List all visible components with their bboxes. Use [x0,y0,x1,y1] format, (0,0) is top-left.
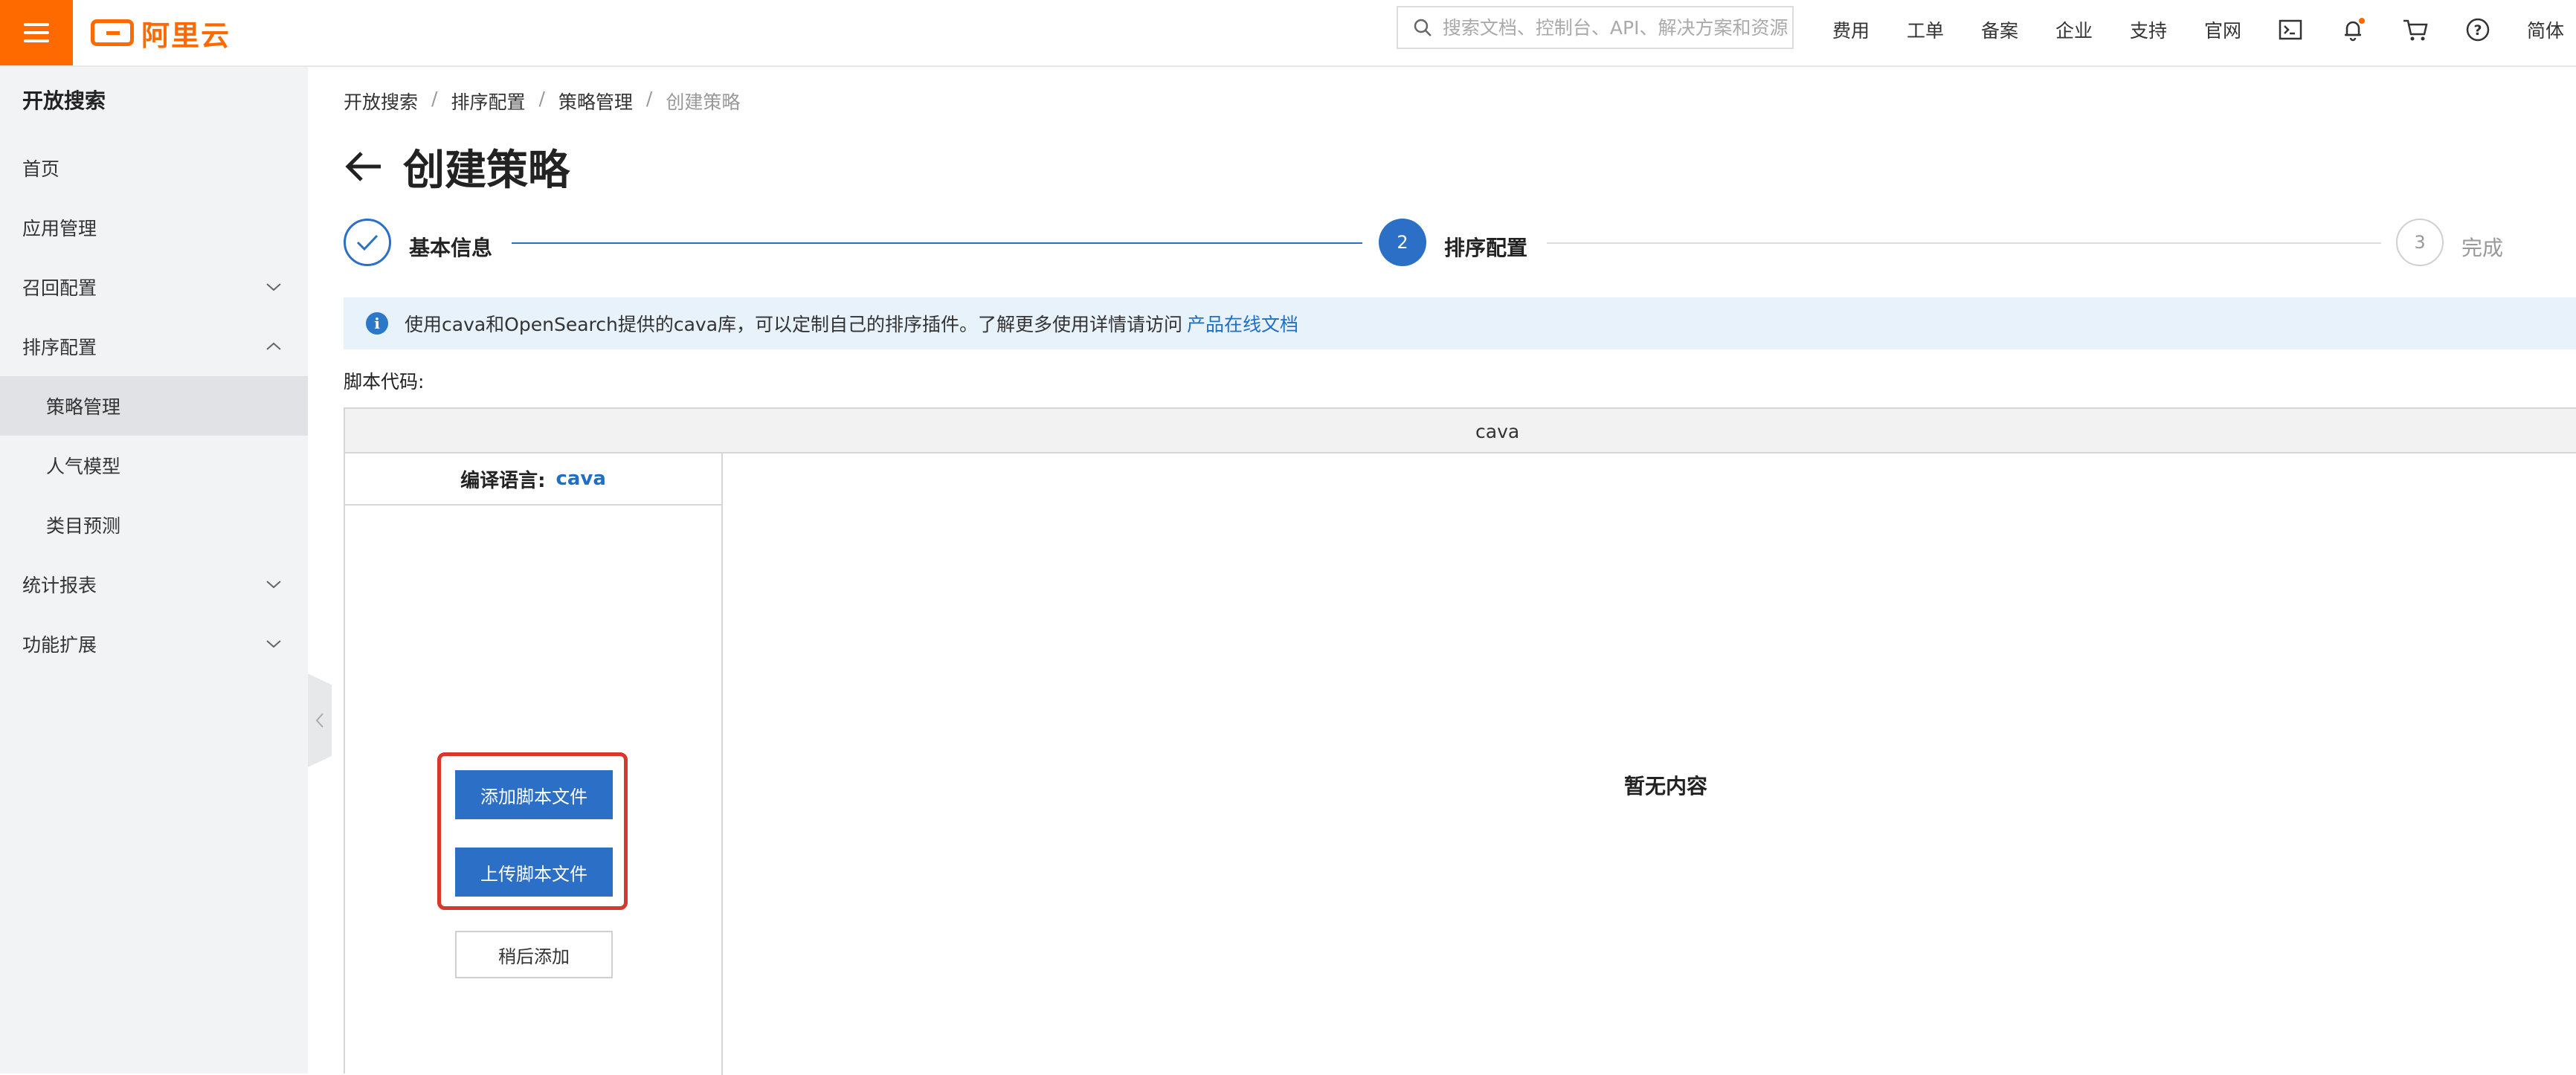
sidebar: 开放搜索 首页 应用管理 召回配置 排序配置 策略管理 人气模型 类目预测 统计… [0,67,308,1074]
hamburger-icon [24,23,49,42]
breadcrumb: 开放搜索 / 排序配置 / 策略管理 / 创建策略 [344,88,740,114]
compile-language-value: cava [556,468,606,490]
sidebar-item-strategy-management[interactable]: 策略管理 [0,376,308,436]
step-connector [512,242,1362,244]
step-1-circle [344,219,391,266]
sidebar-item-label: 类目预测 [46,515,121,537]
aliyun-logo[interactable]: 阿里云 [91,13,231,52]
language-switch[interactable]: 简体 [2527,0,2564,59]
sidebar-item-category-prediction[interactable]: 类目预测 [0,495,308,555]
sidebar-item-recall-config[interactable]: 召回配置 [0,257,308,317]
sidebar-item-label: 策略管理 [46,396,121,418]
chevron-left-icon [315,713,323,728]
step-3-label: 完成 [2461,236,2504,260]
page-title: 创建策略 [403,146,570,195]
nav-icp[interactable]: 备案 [1981,0,2018,59]
chevron-up-icon [266,342,281,350]
editor-header: cava [345,409,2576,453]
sidebar-item-label: 排序配置 [22,337,97,358]
nav-enterprise[interactable]: 企业 [2055,0,2093,59]
global-search[interactable] [1397,6,1794,49]
product-docs-link[interactable]: 产品在线文档 [1187,310,1298,337]
top-navbar: 阿里云 费用 工单 备案 企业 支持 官网 ? 简体 [0,0,2576,67]
menu-button[interactable] [0,0,73,65]
sidebar-item-label: 功能扩展 [22,634,97,656]
step-3-circle: 3 [2396,219,2444,266]
script-editor: cava 编译语言: cava 添加脚本文件 上传脚本文件 稍后添加 暂无内容 [344,407,2576,1075]
empty-state-text: 暂无内容 [1624,774,1708,798]
upload-script-file-button[interactable]: 上传脚本文件 [455,848,613,897]
nav-support[interactable]: 支持 [2130,0,2167,59]
file-panel: 编译语言: cava 添加脚本文件 上传脚本文件 稍后添加 [345,453,723,1075]
compile-language-label: 编译语言: [460,469,546,492]
sidebar-item-app-management[interactable]: 应用管理 [0,198,308,257]
add-script-file-button[interactable]: 添加脚本文件 [455,770,613,819]
aliyun-logo-icon [91,19,134,46]
check-icon [356,234,379,251]
editor-header-title: cava [1475,421,1520,442]
sidebar-title: 开放搜索 [22,88,106,113]
add-later-button[interactable]: 稍后添加 [455,931,613,978]
info-icon: i [366,312,388,335]
step-connector [1547,242,2381,244]
breadcrumb-item[interactable]: 策略管理 [558,88,633,114]
chevron-down-icon [266,581,281,589]
breadcrumb-item[interactable]: 排序配置 [451,88,525,114]
svg-text:?: ? [2473,22,2482,39]
back-arrow-icon[interactable] [344,150,384,183]
chevron-down-icon [266,283,281,291]
sidebar-item-label: 人气模型 [46,456,121,477]
sidebar-collapse-toggle[interactable] [308,674,332,767]
sidebar-item-statistics[interactable]: 统计报表 [0,555,308,614]
sidebar-item-label: 统计报表 [22,575,97,596]
nav-tickets[interactable]: 工单 [1907,0,1944,59]
logo-text: 阿里云 [141,19,231,52]
sidebar-item-label: 应用管理 [22,218,97,239]
terminal-icon[interactable] [2276,15,2305,45]
breadcrumb-separator: / [645,88,653,109]
step-1-label: 基本信息 [409,236,493,260]
sidebar-item-extensions[interactable]: 功能扩展 [0,614,308,674]
search-input[interactable] [1440,16,1792,39]
chevron-down-icon [266,640,281,648]
bell-icon[interactable] [2338,15,2368,45]
help-icon[interactable]: ? [2463,15,2493,45]
breadcrumb-current: 创建策略 [666,91,741,113]
step-2-circle: 2 [1379,219,1426,266]
nav-billing[interactable]: 费用 [1832,0,1870,59]
nav-website[interactable]: 官网 [2204,0,2241,59]
script-code-label: 脚本代码: [344,371,425,393]
sidebar-item-label: 召回配置 [22,277,97,299]
sidebar-item-sort-config[interactable]: 排序配置 [0,317,308,376]
info-notice: i 使用cava和OpenSearch提供的cava库，可以定制自己的排序插件。… [344,297,2576,349]
notice-text: 使用cava和OpenSearch提供的cava库，可以定制自己的排序插件。了解… [405,314,1183,335]
sidebar-item-label: 首页 [22,158,60,180]
compile-language: 编译语言: cava [345,453,721,506]
sidebar-item-home[interactable]: 首页 [0,138,308,198]
step-2-label: 排序配置 [1444,236,1528,260]
page-header: 创建策略 [344,138,570,195]
breadcrumb-separator: / [538,88,545,109]
breadcrumb-item[interactable]: 开放搜索 [344,88,418,114]
cart-icon[interactable] [2400,15,2430,45]
search-icon [1414,19,1432,36]
sidebar-item-popularity-model[interactable]: 人气模型 [0,436,308,495]
breadcrumb-separator: / [431,88,438,109]
